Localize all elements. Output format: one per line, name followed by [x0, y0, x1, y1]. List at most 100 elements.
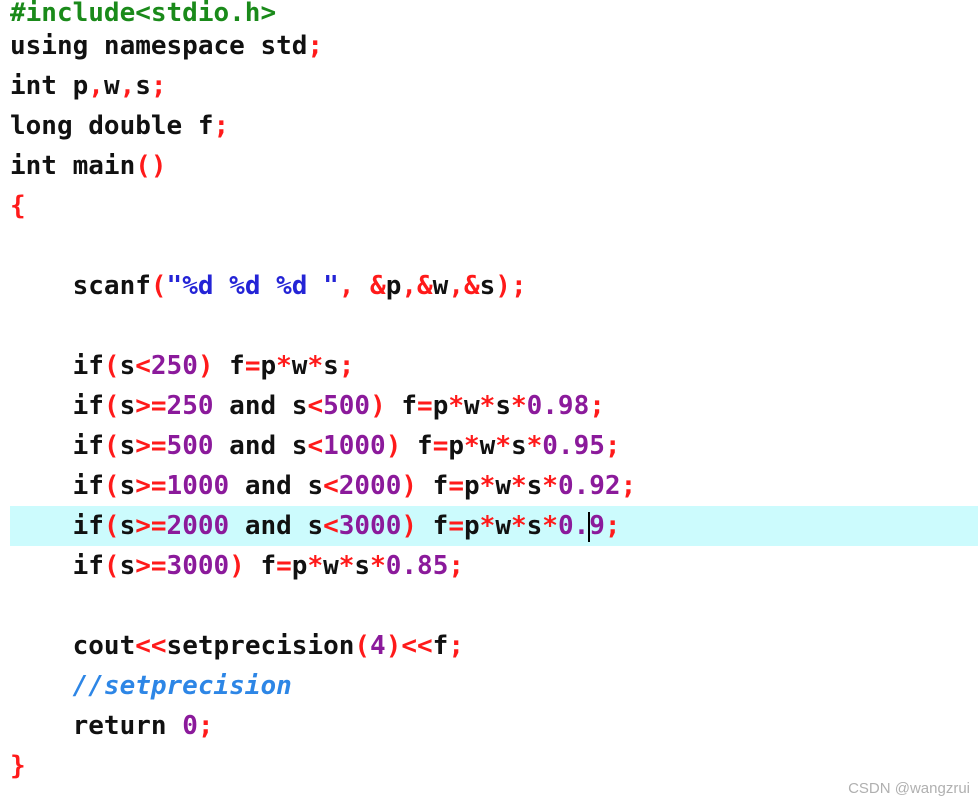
- code-token: f: [401, 431, 433, 461]
- code-token: f: [213, 351, 245, 381]
- code-line[interactable]: if(s>=250 and s<500) f=p*w*s*0.98;: [10, 386, 978, 426]
- code-token: if: [10, 511, 104, 541]
- code-token: , &: [338, 271, 386, 301]
- code-line[interactable]: return 0;: [10, 706, 978, 746]
- code-line[interactable]: if(s<250) f=p*w*s;: [10, 346, 978, 386]
- code-token: ,: [88, 71, 104, 101]
- code-token: 500: [166, 431, 214, 461]
- code-token: w: [479, 431, 496, 461]
- code-token: *: [479, 511, 496, 541]
- code-line[interactable]: long double f;: [10, 106, 978, 146]
- code-token: f: [432, 631, 449, 661]
- code-token: ): [197, 351, 214, 381]
- code-token: s: [479, 271, 496, 301]
- code-token: ,&: [448, 271, 480, 301]
- code-line[interactable]: if(s>=3000) f=p*w*s*0.85;: [10, 546, 978, 586]
- code-token: setprecision: [166, 631, 355, 661]
- code-token: s: [119, 351, 136, 381]
- code-token: }: [10, 751, 26, 781]
- code-token: 0.98: [526, 391, 590, 421]
- code-token: 500: [323, 391, 371, 421]
- code-line[interactable]: scanf("%d %d %d ", &p,&w,&s);: [10, 266, 978, 306]
- code-token: 1000: [323, 431, 386, 461]
- code-token: *: [542, 471, 558, 501]
- code-token: 3000: [166, 551, 230, 581]
- code-line[interactable]: cout<<setprecision(4)<<f;: [10, 626, 978, 666]
- code-token: ;: [338, 351, 355, 381]
- code-line[interactable]: [10, 226, 978, 266]
- code-token: ): [401, 471, 418, 501]
- code-token: f: [417, 511, 449, 541]
- code-token: scanf: [10, 271, 151, 301]
- code-line[interactable]: //setprecision: [10, 666, 978, 706]
- code-token: (: [103, 431, 120, 461]
- code-token: <: [307, 391, 324, 421]
- code-token: <: [323, 471, 339, 501]
- code-token: p: [432, 391, 449, 421]
- code-token: 0: [182, 711, 198, 741]
- code-token: <<: [135, 631, 167, 661]
- code-token: =: [448, 471, 464, 501]
- code-token: *: [495, 431, 511, 461]
- code-line[interactable]: if(s>=500 and s<1000) f=p*w*s*0.95;: [10, 426, 978, 466]
- code-token: ): [229, 551, 245, 581]
- code-token: 250: [166, 391, 214, 421]
- code-token: 3000: [338, 511, 402, 541]
- code-line[interactable]: int p,w,s;: [10, 66, 978, 106]
- code-token: //setprecision: [10, 671, 292, 701]
- code-token: p: [260, 351, 277, 381]
- code-line[interactable]: using namespace std;: [10, 26, 978, 66]
- code-token: f: [244, 551, 277, 581]
- code-token: 9: [589, 511, 605, 541]
- code-line[interactable]: [10, 586, 978, 626]
- code-token: s: [526, 511, 543, 541]
- code-token: ,&: [401, 271, 433, 301]
- code-editor[interactable]: #include<stdio.h> using namespace std; int…: [0, 0, 978, 805]
- code-token: 0.92: [557, 471, 621, 501]
- code-token: ): [370, 391, 386, 421]
- code-token: f: [385, 391, 418, 421]
- code-line-current[interactable]: if(s>=2000 and s<3000) f=p*w*s*0.9;: [10, 506, 978, 546]
- code-token: s: [119, 551, 136, 581]
- code-token: (: [103, 351, 120, 381]
- code-token: if: [10, 471, 104, 501]
- code-token: 0.95: [542, 431, 605, 461]
- code-token: w: [495, 511, 511, 541]
- code-token: w: [103, 71, 120, 101]
- code-token: and s: [229, 511, 324, 541]
- code-line[interactable]: {: [10, 186, 978, 226]
- code-token: 2000: [338, 471, 402, 501]
- code-token: >=: [135, 511, 167, 541]
- code-line[interactable]: [10, 306, 978, 346]
- code-token: =: [432, 431, 449, 461]
- code-area[interactable]: #include<stdio.h> using namespace std; int…: [10, 0, 978, 786]
- code-token: (: [354, 631, 371, 661]
- code-token: (: [150, 271, 167, 301]
- code-token: ): [401, 511, 418, 541]
- code-token: ;: [604, 511, 621, 541]
- code-token: s: [135, 71, 151, 101]
- code-line[interactable]: int main(): [10, 146, 978, 186]
- code-token: *: [338, 551, 355, 581]
- code-token: ,: [119, 71, 136, 101]
- code-token: ;: [604, 431, 621, 461]
- code-token: >=: [135, 471, 167, 501]
- code-token: *: [510, 391, 527, 421]
- code-token: *: [542, 511, 558, 541]
- code-line[interactable]: #include<stdio.h>: [10, 0, 978, 26]
- code-token: *: [307, 351, 324, 381]
- code-token: return: [10, 711, 183, 741]
- code-token: 250: [150, 351, 198, 381]
- code-token: p: [464, 471, 480, 501]
- code-token: >=: [135, 551, 167, 581]
- code-token: 1000: [166, 471, 230, 501]
- code-token: =: [448, 511, 464, 541]
- code-token: long double f: [10, 111, 214, 141]
- code-token: =: [417, 391, 433, 421]
- code-token: (: [103, 391, 120, 421]
- code-token: =: [244, 351, 261, 381]
- code-line[interactable]: }: [10, 746, 978, 786]
- code-token: #include<stdio.h>: [10, 0, 277, 28]
- code-line[interactable]: if(s>=1000 and s<2000) f=p*w*s*0.92;: [10, 466, 978, 506]
- code-token: );: [495, 271, 527, 301]
